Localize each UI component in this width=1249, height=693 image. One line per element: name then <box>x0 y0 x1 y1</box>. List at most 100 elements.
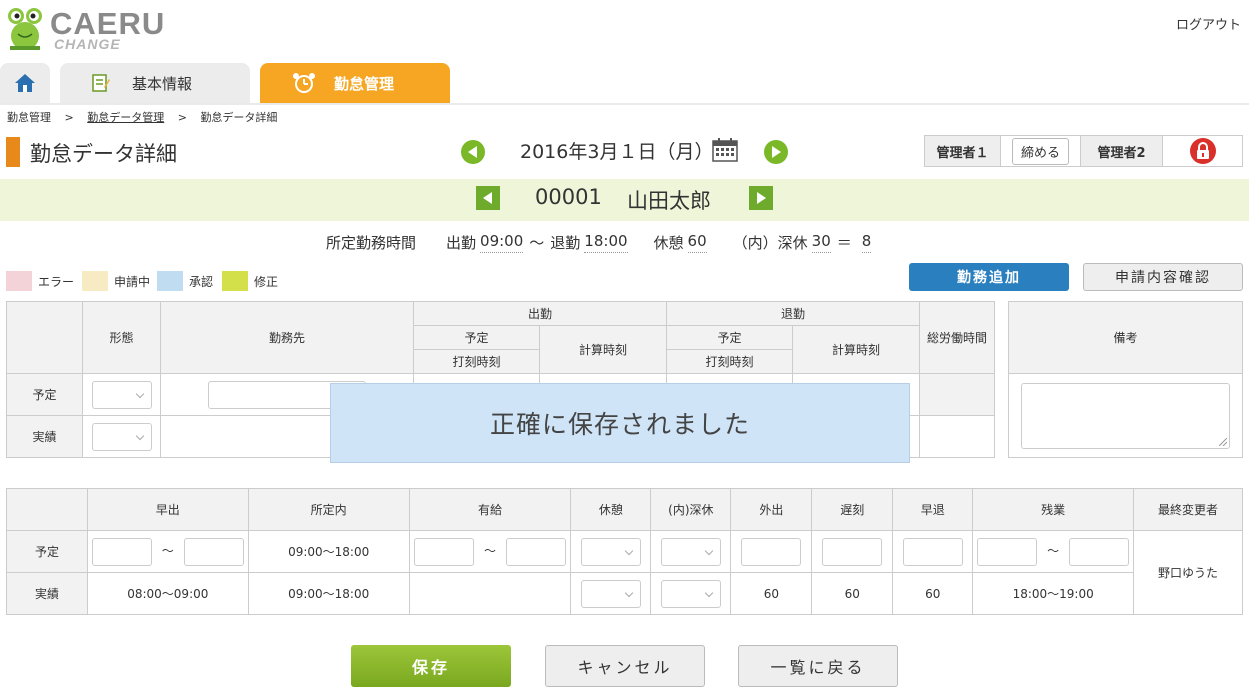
late-input[interactable] <box>822 537 883 566</box>
header-last-editor: 最終変更者 <box>1133 488 1243 531</box>
header-out-stamp: 打刻時刻 <box>666 349 793 374</box>
breadcrumb-attendance-data[interactable]: 勤怠データ管理 <box>87 111 164 124</box>
header-clock-out: 退勤 <box>666 301 920 326</box>
tab-attendance[interactable]: 勤怠管理 <box>260 63 450 103</box>
caeru-logo: CAERU CHANGE <box>2 4 172 54</box>
night-break-label: （内）深休 <box>732 234 808 252</box>
breadcrumb-separator: > <box>64 111 74 124</box>
header-night-break: (内)深休 <box>650 488 732 531</box>
break-plan-select[interactable] <box>580 537 641 566</box>
corner-cell <box>6 488 88 531</box>
form-plan-select[interactable] <box>91 380 152 409</box>
legend-swatch <box>157 271 183 291</box>
night-break-value: 30 <box>811 232 831 253</box>
legend-swatch <box>6 271 32 291</box>
legend-modified: 修正 <box>222 271 278 291</box>
corner-cell <box>6 301 83 374</box>
leave-plan-cell <box>892 530 974 573</box>
form-actual-select[interactable] <box>91 422 152 451</box>
calendar-button[interactable] <box>712 138 738 162</box>
employee-id: 00001 <box>535 185 602 209</box>
tab-basic-info[interactable]: 基本情報 <box>60 63 250 103</box>
document-edit-icon <box>92 74 110 92</box>
current-date: 2016年3月１日（月） <box>520 141 714 163</box>
row-label-plan: 予定 <box>6 530 88 573</box>
row-label-actual: 実績 <box>6 415 83 458</box>
add-work-button[interactable]: 勤務追加 <box>909 263 1069 291</box>
arrow-left-icon <box>468 146 477 158</box>
legend-label: 申請中 <box>114 274 151 289</box>
night-actual-cell <box>650 572 732 615</box>
header-total-hours: 総労働時間 <box>919 301 995 374</box>
break-actual-select[interactable] <box>580 579 641 608</box>
scheduled-actual-value: 09:00〜18:00 <box>247 572 410 615</box>
legend-swatch <box>222 271 248 291</box>
form-select-cell <box>82 415 161 458</box>
tab-attendance-label: 勤怠管理 <box>334 74 395 93</box>
paid-plan-cell: 〜 <box>408 530 572 573</box>
close-month-button[interactable]: 締める <box>1011 137 1069 165</box>
tab-home[interactable] <box>0 63 50 103</box>
paid-end-input[interactable] <box>505 537 566 566</box>
save-button[interactable]: 保存 <box>351 645 511 687</box>
resize-grip-icon[interactable] <box>1219 437 1227 446</box>
end-label: 退勤 <box>550 234 581 252</box>
tilde: 〜 <box>1047 544 1060 558</box>
overtime-start-input[interactable] <box>977 537 1038 566</box>
remarks-textarea[interactable] <box>1021 382 1230 449</box>
logout-link[interactable]: ログアウト <box>1176 14 1241 33</box>
total-actual-cell <box>919 415 995 458</box>
back-to-list-button[interactable]: 一覧に戻る <box>738 645 898 687</box>
breadcrumb-attendance[interactable]: 勤怠管理 <box>7 111 51 124</box>
header-early: 早出 <box>86 488 249 531</box>
time-breakdown-table: 早出 所定内 有給 休憩 (内)深休 外出 遅刻 早退 残業 最終変更者 予定 … <box>6 488 1243 615</box>
prev-employee-button[interactable] <box>476 186 500 210</box>
home-icon <box>15 74 35 92</box>
legend-label: エラー <box>38 274 75 289</box>
early-end-input[interactable] <box>183 537 244 566</box>
night-break-plan-select[interactable] <box>660 537 721 566</box>
arrow-right-icon <box>772 146 781 158</box>
early-plan-cell: 〜 <box>86 530 249 573</box>
form-select-cell <box>82 373 161 416</box>
header-form: 形態 <box>82 301 161 374</box>
row-label-plan: 予定 <box>6 373 83 416</box>
lock-icon[interactable] <box>1189 137 1217 165</box>
title-accent-bar <box>6 137 20 167</box>
next-employee-button[interactable] <box>749 186 773 210</box>
work-hours-label: 所定勤務時間 <box>326 234 417 252</box>
prev-date-button[interactable] <box>461 140 485 164</box>
admin1-label: 管理者１ <box>925 136 1001 166</box>
total-hours: 8 <box>861 232 872 253</box>
legend-label: 承認 <box>189 274 214 289</box>
early-start-input[interactable] <box>91 537 152 566</box>
calendar-icon <box>712 138 738 162</box>
check-application-button[interactable]: 申請内容確認 <box>1083 263 1243 291</box>
employee-band <box>0 179 1249 221</box>
next-date-button[interactable] <box>764 140 788 164</box>
last-editor-value: 野口ゆうた <box>1133 530 1243 615</box>
early-actual-value: 08:00〜09:00 <box>86 572 249 615</box>
admin2-label: 管理者2 <box>1081 136 1163 166</box>
total-plan-cell <box>919 373 995 416</box>
header-out-calc: 計算時刻 <box>792 325 920 374</box>
outing-input[interactable] <box>741 537 802 566</box>
scheduled-plan-value: 09:00〜18:00 <box>247 530 410 573</box>
legend-label: 修正 <box>254 274 279 289</box>
page-title: 勤怠データ詳細 <box>30 142 177 166</box>
cancel-button[interactable]: キャンセル <box>545 645 705 687</box>
break-label: 休憩 <box>653 234 684 252</box>
paid-start-input[interactable] <box>414 537 475 566</box>
header-in-stamp: 打刻時刻 <box>413 349 540 374</box>
early-leave-input[interactable] <box>902 537 963 566</box>
night-break-actual-select[interactable] <box>660 579 721 608</box>
breadcrumb-current: 勤怠データ詳細 <box>200 111 278 124</box>
legend-error: エラー <box>6 271 74 291</box>
outing-plan-cell <box>730 530 813 573</box>
late-actual-value: 60 <box>811 572 894 615</box>
remarks-header: 備考 <box>1008 301 1243 374</box>
header-paid-leave: 有給 <box>408 488 572 531</box>
overtime-end-input[interactable] <box>1069 537 1129 566</box>
late-plan-cell <box>811 530 894 573</box>
tilde: 〜 <box>161 544 174 558</box>
